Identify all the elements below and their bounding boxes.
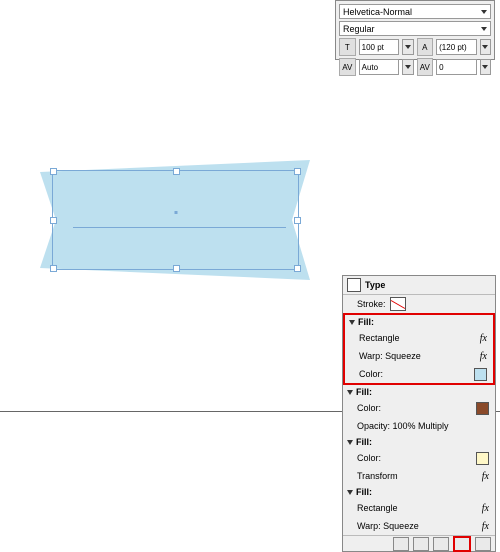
chevron-down-icon: [482, 65, 488, 69]
handle-icon[interactable]: [50, 217, 57, 224]
color-swatch[interactable]: [476, 402, 489, 415]
fill-section[interactable]: Fill:: [345, 315, 493, 329]
kerning-input[interactable]: Auto: [359, 59, 400, 75]
leading-icon: A: [417, 38, 434, 56]
attr-color[interactable]: Color:: [343, 399, 495, 417]
footer-icon[interactable]: [413, 537, 429, 551]
fx-icon[interactable]: fx: [480, 351, 487, 362]
color-swatch[interactable]: [476, 452, 489, 465]
tracking-icon: AV: [417, 58, 434, 76]
highlight-box: Fill: Rectanglefx Warp: Squeezefx Color:: [343, 313, 495, 385]
attr-warp[interactable]: Warp: Squeezefx: [343, 517, 495, 535]
panel-header: Type: [343, 276, 495, 295]
triangle-down-icon: [349, 320, 355, 325]
tracking-stepper[interactable]: [480, 59, 491, 75]
stroke-row[interactable]: Stroke:: [343, 295, 495, 313]
character-panel: Helvetica-Normal Regular T 100 pt A (120…: [335, 0, 495, 60]
appearance-panel: Type Stroke: Fill: Rectanglefx Warp: Squ…: [342, 275, 496, 552]
triangle-down-icon: [347, 490, 353, 495]
fill-section[interactable]: Fill:: [343, 385, 495, 399]
trash-icon[interactable]: [475, 537, 491, 551]
footer-icon[interactable]: [433, 537, 449, 551]
selected-shape[interactable]: [40, 160, 310, 280]
fx-icon[interactable]: fx: [482, 521, 489, 532]
attr-color[interactable]: Color:: [343, 449, 495, 467]
chevron-down-icon: [482, 45, 488, 49]
stroke-label: Stroke:: [357, 299, 386, 309]
panel-title: Type: [365, 280, 385, 290]
fill-section[interactable]: Fill:: [343, 485, 495, 499]
style-select[interactable]: Regular: [339, 21, 491, 36]
fx-icon[interactable]: fx: [480, 333, 487, 344]
font-select[interactable]: Helvetica-Normal: [339, 4, 491, 19]
target-swatch-icon[interactable]: [347, 278, 361, 292]
handle-icon[interactable]: [173, 265, 180, 272]
tracking-input[interactable]: 0: [436, 59, 477, 75]
canvas: Helvetica-Normal Regular T 100 pt A (120…: [0, 0, 500, 500]
attr-rectangle[interactable]: Rectanglefx: [343, 499, 495, 517]
handle-icon[interactable]: [50, 265, 57, 272]
handle-icon[interactable]: [294, 217, 301, 224]
fx-icon[interactable]: fx: [482, 471, 489, 482]
chevron-down-icon: [405, 45, 411, 49]
triangle-down-icon: [347, 440, 353, 445]
attr-transform[interactable]: Transformfx: [343, 467, 495, 485]
chevron-down-icon: [481, 10, 487, 14]
no-stroke-icon[interactable]: [390, 297, 406, 311]
attr-rectangle[interactable]: Rectanglefx: [345, 329, 493, 347]
panel-footer: [343, 535, 495, 551]
size-stepper[interactable]: [402, 39, 413, 55]
handle-icon[interactable]: [294, 265, 301, 272]
bounding-box[interactable]: [52, 170, 299, 270]
font-size-icon: T: [339, 38, 356, 56]
color-swatch[interactable]: [474, 368, 487, 381]
baseline: [73, 227, 286, 228]
attr-color[interactable]: Color:: [345, 365, 493, 383]
size-input[interactable]: 100 pt: [359, 39, 400, 55]
handle-icon[interactable]: [50, 168, 57, 175]
font-value: Helvetica-Normal: [343, 7, 412, 17]
handle-icon[interactable]: [173, 168, 180, 175]
footer-icon[interactable]: [393, 537, 409, 551]
chevron-down-icon: [481, 27, 487, 31]
attr-warp[interactable]: Warp: Squeezefx: [345, 347, 493, 365]
kerning-icon: AV: [339, 58, 356, 76]
leading-input[interactable]: (120 pt): [436, 39, 477, 55]
style-value: Regular: [343, 24, 375, 34]
new-fill-button[interactable]: [453, 536, 471, 552]
kerning-stepper[interactable]: [402, 59, 413, 75]
handle-icon[interactable]: [294, 168, 301, 175]
leading-stepper[interactable]: [480, 39, 491, 55]
attr-opacity[interactable]: Opacity: 100% Multiply: [343, 417, 495, 435]
triangle-down-icon: [347, 390, 353, 395]
center-point-icon: [174, 211, 177, 214]
chevron-down-icon: [405, 65, 411, 69]
fx-icon[interactable]: fx: [482, 503, 489, 514]
fill-section[interactable]: Fill:: [343, 435, 495, 449]
